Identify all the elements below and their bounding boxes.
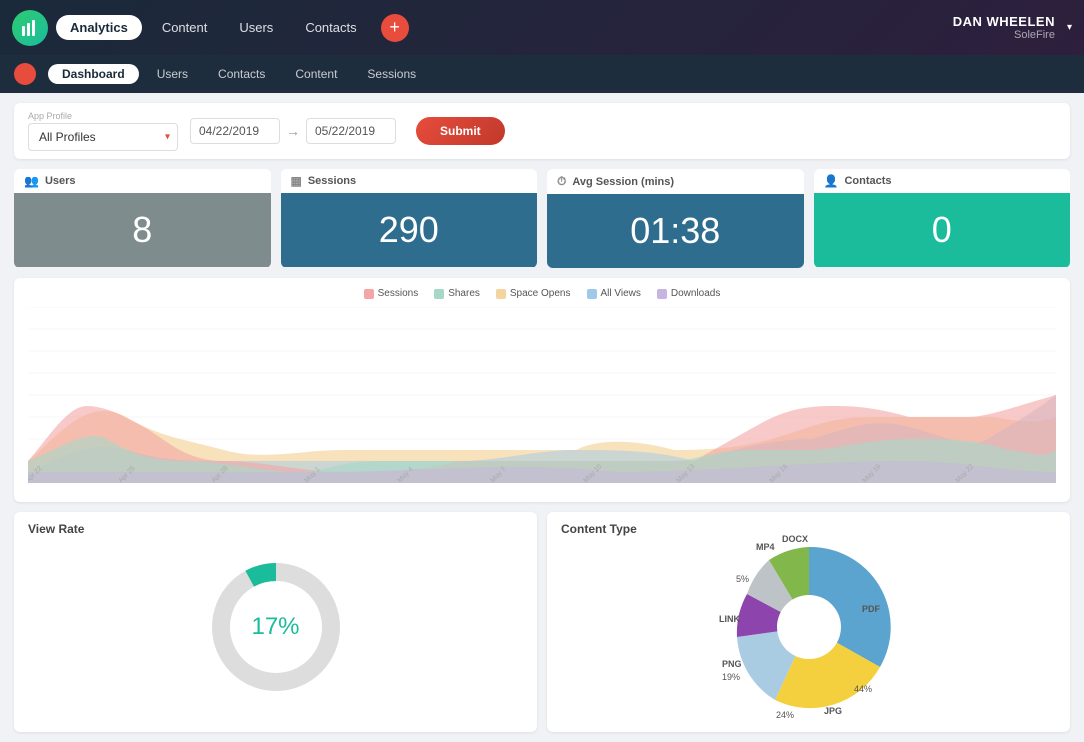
legend-label: Space Opens [510, 288, 571, 299]
svg-text:5%: 5% [736, 574, 749, 584]
stat-label-contacts: Contacts [844, 175, 891, 187]
pie-chart-wrap: PDF 44% JPG 24% PNG 19% LINK 5% MP4 DOCX [561, 542, 1056, 712]
legend-label: Shares [448, 288, 480, 299]
app-profile-select-wrap: App Profile All Profiles ▾ [28, 111, 178, 151]
stat-header-avg: ⏱ Avg Session (mins) [547, 169, 804, 194]
legend-item: Space Opens [496, 288, 571, 299]
sub-logo-icon [14, 63, 36, 85]
legend-item: Sessions [364, 288, 419, 299]
profile-dropdown[interactable]: All Profiles ▾ [28, 123, 178, 151]
legend-dot [434, 289, 444, 299]
area-chart-svg: 80 70 60 50 40 30 20 10 Apr 22 Apr 25 Ap… [28, 307, 1056, 487]
user-info: DAN WHEELEN SoleFire [953, 14, 1055, 41]
date-range: → [190, 118, 396, 144]
stat-value-sessions: 290 [281, 193, 538, 267]
users-icon: 👥 [24, 174, 39, 188]
legend-label: Sessions [378, 288, 419, 299]
subnav-dashboard-btn[interactable]: Dashboard [48, 64, 139, 84]
legend-label: Downloads [671, 288, 720, 299]
date-from-input[interactable] [190, 118, 280, 144]
chart-legend: Sessions Shares Space Opens All Views Downlo… [28, 288, 1056, 299]
nav-content-btn[interactable]: Content [150, 15, 220, 40]
stat-header-contacts: 👤 Contacts [814, 169, 1071, 193]
stat-card-contacts: 👤 Contacts 0 [814, 169, 1071, 268]
svg-text:PNG: PNG [722, 659, 742, 669]
date-to-input[interactable] [306, 118, 396, 144]
svg-text:JPG: JPG [824, 706, 842, 716]
subnav-content-btn[interactable]: Content [283, 64, 349, 84]
profile-label: App Profile [28, 111, 178, 121]
user-company: SoleFire [953, 29, 1055, 41]
view-rate-panel: View Rate 17% [14, 512, 537, 732]
svg-text:MP4: MP4 [756, 542, 775, 552]
stat-card-avg: ⏱ Avg Session (mins) 01:38 [547, 169, 804, 268]
svg-text:44%: 44% [854, 684, 872, 694]
stat-value-users: 8 [14, 193, 271, 267]
stat-card-users: 👥 Users 8 [14, 169, 271, 268]
legend-item: All Views [587, 288, 641, 299]
stat-header-users: 👥 Users [14, 169, 271, 193]
stat-label-users: Users [45, 175, 76, 187]
svg-text:LINK: LINK [719, 614, 740, 624]
legend-item: Shares [434, 288, 480, 299]
legend-label: All Views [601, 288, 641, 299]
filter-bar: App Profile All Profiles ▾ → Submit [14, 103, 1070, 159]
clock-icon: ⏱ [557, 174, 566, 189]
donut-value-label: 17% [251, 613, 299, 641]
logo-icon [12, 10, 48, 46]
submit-button[interactable]: Submit [416, 117, 505, 145]
main-content: App Profile All Profiles ▾ → Submit 👥 Us… [0, 93, 1084, 742]
svg-text:DOCX: DOCX [782, 534, 808, 544]
nav-users-btn[interactable]: Users [227, 15, 285, 40]
stat-label-sessions: Sessions [308, 175, 356, 187]
contacts-icon: 👤 [824, 174, 839, 188]
subnav-sessions-btn[interactable]: Sessions [355, 64, 428, 84]
bottom-row: View Rate 17% Content Type [14, 512, 1070, 732]
svg-text:PDF: PDF [862, 604, 881, 614]
arrow-right-icon: → [286, 123, 300, 139]
nav-contacts-btn[interactable]: Contacts [293, 15, 368, 40]
nav-analytics-btn[interactable]: Analytics [56, 15, 142, 40]
sessions-icon: ▦ [291, 174, 302, 188]
area-chart-panel: Sessions Shares Space Opens All Views Downlo… [14, 278, 1070, 502]
stat-card-sessions: ▦ Sessions 290 [281, 169, 538, 268]
legend-dot [587, 289, 597, 299]
legend-item: Downloads [657, 288, 720, 299]
profile-select[interactable]: All Profiles [28, 123, 178, 151]
legend-dot [496, 289, 506, 299]
user-chevron-icon[interactable]: ▾ [1067, 22, 1072, 33]
legend-dot [657, 289, 667, 299]
subnav-users-btn[interactable]: Users [145, 64, 200, 84]
stat-label-avg: Avg Session (mins) [572, 176, 674, 188]
user-name: DAN WHEELEN [953, 14, 1055, 29]
legend-dot [364, 289, 374, 299]
sub-nav: Dashboard Users Contacts Content Session… [0, 55, 1084, 93]
view-rate-title: View Rate [28, 522, 523, 536]
stat-value-contacts: 0 [814, 193, 1071, 267]
stat-header-sessions: ▦ Sessions [281, 169, 538, 193]
stats-row: 👥 Users 8 ▦ Sessions 290 ⏱ Avg Session (… [14, 169, 1070, 268]
donut-chart-wrap: 17% [28, 542, 523, 712]
content-type-panel: Content Type [547, 512, 1070, 732]
add-button[interactable]: + [381, 14, 409, 42]
stat-value-avg: 01:38 [547, 194, 804, 268]
svg-text:19%: 19% [722, 672, 740, 682]
top-nav: Analytics Content Users Contacts + DAN W… [0, 0, 1084, 55]
pie-chart-svg: PDF 44% JPG 24% PNG 19% LINK 5% MP4 DOCX [714, 532, 904, 722]
subnav-contacts-btn[interactable]: Contacts [206, 64, 277, 84]
